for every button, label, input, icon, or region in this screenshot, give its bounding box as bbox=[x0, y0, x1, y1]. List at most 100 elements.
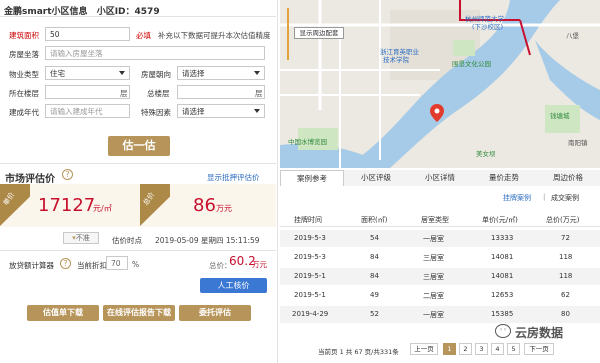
detail-tabs: 案例参考 小区评级 小区详情 量价走势 周边价格 bbox=[280, 170, 600, 186]
page-button[interactable]: 4 bbox=[491, 343, 504, 355]
cell-date: 2019-5-1 bbox=[294, 272, 326, 280]
time-label: 估价时点 bbox=[112, 236, 142, 245]
cell-date: 2019-5-3 bbox=[294, 253, 326, 261]
area-input[interactable]: 50 bbox=[45, 27, 130, 41]
total-price-value: 86 bbox=[193, 195, 216, 216]
column-header: 居室类型 bbox=[421, 216, 449, 224]
divider bbox=[0, 163, 276, 164]
left-panel: 金鹏smart小区信息 小区ID：4579 建筑面积 50 必填 补充以下数据可… bbox=[0, 0, 276, 363]
tab-nearby-prices[interactable]: 周边价格 bbox=[536, 170, 600, 186]
cell-unit-price: 14081 bbox=[491, 272, 514, 280]
required-label: 必填 bbox=[136, 31, 151, 40]
map-label: 南阳镇 bbox=[568, 139, 588, 147]
watermark-text: 云房数据 bbox=[515, 326, 564, 340]
cell-unit-price: 15385 bbox=[491, 310, 514, 318]
total-price-unit: 万元 bbox=[216, 204, 232, 213]
prev-page-button[interactable]: 上一页 bbox=[410, 343, 438, 355]
unsatisfied-button[interactable]: ▾不准 bbox=[63, 232, 99, 244]
column-header: 总价(万元) bbox=[546, 216, 580, 224]
cell-total-price: 62 bbox=[561, 291, 570, 299]
floor-unit: 层 bbox=[120, 89, 128, 98]
total-floor-input[interactable] bbox=[177, 85, 265, 99]
time-value: 2019-05-09 星期四 15:11:59 bbox=[155, 236, 260, 245]
area-label: 建筑面积 bbox=[9, 31, 39, 40]
show-mortgage-link[interactable]: 显示抵押评估价 bbox=[207, 172, 260, 183]
tab-community-details[interactable]: 小区详情 bbox=[408, 170, 472, 186]
special-factor-label: 特殊因素 bbox=[141, 108, 171, 117]
special-factor-select[interactable]: 请选择 bbox=[177, 104, 265, 118]
map-label: 钱塘城 bbox=[550, 112, 570, 120]
manual-review-button[interactable]: 人工核价 bbox=[200, 278, 267, 293]
column-header: 面积(㎡) bbox=[361, 216, 388, 224]
cell-room-type: 三居室 bbox=[423, 273, 444, 281]
tab-price-trend[interactable]: 量价走势 bbox=[472, 170, 536, 186]
valuation-heading: 市场评估价 bbox=[5, 174, 55, 185]
build-year-input[interactable]: 请输入建成年代 bbox=[45, 104, 130, 118]
page-button[interactable]: 3 bbox=[475, 343, 488, 355]
chevron-down-icon bbox=[119, 71, 125, 75]
map-canvas bbox=[280, 0, 600, 168]
cell-total-price: 80 bbox=[561, 310, 570, 318]
cell-total-price: 72 bbox=[561, 234, 570, 242]
sold-cases-link[interactable]: 成交案例 bbox=[551, 193, 579, 203]
chevron-down-icon bbox=[254, 109, 260, 113]
cell-area: 84 bbox=[370, 253, 379, 261]
page-button[interactable]: 1 bbox=[443, 343, 456, 355]
orientation-label: 房屋朝向 bbox=[141, 70, 171, 79]
discount-label: 当前折扣 bbox=[77, 261, 107, 270]
cell-unit-price: 14081 bbox=[491, 253, 514, 261]
cell-date: 2019-5-3 bbox=[294, 234, 326, 242]
table-row: 2019-5-1 84 三居室 14081 118 bbox=[280, 268, 600, 285]
map-label: 围垦文化公园 bbox=[452, 60, 491, 68]
floor-input[interactable] bbox=[45, 85, 130, 99]
property-type-select[interactable]: 住宅 bbox=[45, 66, 130, 80]
help-icon[interactable]: ? bbox=[60, 258, 71, 269]
total-floor-unit: 层 bbox=[255, 89, 263, 98]
floor-label: 所在楼层 bbox=[9, 89, 39, 98]
help-icon[interactable]: ? bbox=[62, 169, 73, 180]
cell-area: 84 bbox=[370, 272, 379, 280]
cell-total-price: 118 bbox=[559, 253, 573, 261]
chevron-down-icon bbox=[254, 71, 260, 75]
map-label: 中国水博览园 bbox=[288, 138, 327, 146]
table-row: 2019-5-3 54 一居室 13333 72 bbox=[280, 230, 600, 247]
entrust-button[interactable]: 委托评估 bbox=[179, 305, 251, 321]
listed-cases-link[interactable]: 挂牌案例 bbox=[503, 193, 531, 203]
table-header: 挂牌时间 面积(㎡) 居室类型 单价(元/㎡) 总价(万元) bbox=[280, 210, 600, 227]
map-label: 八堡 bbox=[566, 32, 579, 40]
tab-community-rating[interactable]: 小区评级 bbox=[344, 170, 408, 186]
cell-area: 54 bbox=[370, 234, 379, 242]
unit-price-unit: 元/㎡ bbox=[93, 204, 112, 213]
cell-area: 49 bbox=[370, 291, 379, 299]
cell-unit-price: 13333 bbox=[491, 234, 514, 242]
loan-total-unit: 万元 bbox=[252, 260, 267, 269]
next-page-button[interactable]: 下一页 bbox=[524, 343, 554, 355]
discount-unit: % bbox=[132, 260, 140, 269]
map[interactable]: 显示周边配套 杭州师范大学 (下沙校区) 浙江育英职业 技术学院 围垦文化公园 … bbox=[280, 0, 600, 168]
cell-room-type: 一居室 bbox=[423, 311, 444, 319]
table-row: 2019-5-3 84 三居室 14081 118 bbox=[280, 249, 600, 266]
cell-unit-price: 12653 bbox=[491, 291, 514, 299]
online-report-button[interactable]: 在线评估报告下载 bbox=[103, 305, 175, 321]
discount-input[interactable]: 70 bbox=[106, 256, 128, 270]
page-button[interactable]: 5 bbox=[507, 343, 520, 355]
map-label: (下沙校区) bbox=[472, 23, 504, 31]
build-year-label: 建成年代 bbox=[9, 108, 39, 117]
address-input[interactable]: 请输入房屋坐落 bbox=[45, 46, 265, 60]
cell-date: 2019-5-1 bbox=[294, 291, 326, 299]
show-surroundings-button[interactable]: 显示周边配套 bbox=[294, 27, 344, 39]
cell-total-price: 118 bbox=[559, 272, 573, 280]
cell-room-type: 一居室 bbox=[423, 235, 444, 243]
cell-room-type: 三居室 bbox=[423, 254, 444, 262]
wechat-icon: ◦◦ bbox=[495, 324, 511, 338]
estimate-button[interactable]: 估一估 bbox=[108, 136, 170, 156]
cell-room-type: 二居室 bbox=[423, 292, 444, 300]
address-label: 房屋坐落 bbox=[9, 50, 39, 59]
download-report-button[interactable]: 估值单下载 bbox=[27, 305, 99, 321]
tab-case-reference[interactable]: 案例参考 bbox=[280, 170, 344, 186]
cell-area: 52 bbox=[370, 310, 379, 318]
orientation-select[interactable]: 请选择 bbox=[177, 66, 265, 80]
location-pin-icon[interactable] bbox=[430, 104, 444, 122]
page-button[interactable]: 2 bbox=[459, 343, 472, 355]
pagination-summary: 当前页 1 共 67 页/共331条 bbox=[318, 348, 399, 356]
